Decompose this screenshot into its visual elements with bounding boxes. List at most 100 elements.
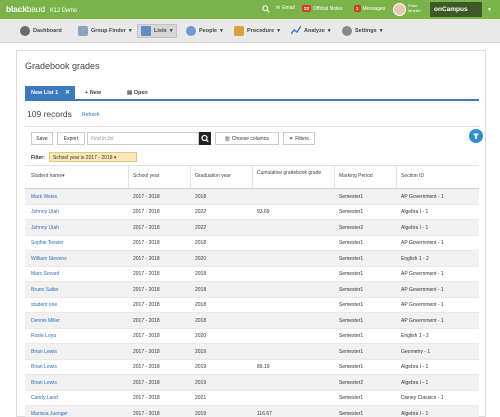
search-icon[interactable]	[262, 5, 270, 15]
nav-settings[interactable]: Settings ▾	[342, 24, 382, 38]
main-nav: Dashboard Group Finder ▾ Lists ▾ People ▾ P…	[0, 19, 500, 43]
filter-chip[interactable]: School year is 2017 - 2018 ▾	[49, 152, 137, 162]
column-divider	[334, 166, 335, 188]
funnel-icon: ⏷	[289, 135, 294, 142]
record-count: 109 records	[27, 109, 72, 119]
notes-count-badge: 23	[302, 5, 312, 12]
cell-graduation-year: 2018	[195, 302, 207, 308]
cell-marking-period: Semester2	[339, 224, 364, 231]
columns-icon: ▥	[225, 135, 230, 142]
nav-group-finder[interactable]: Group Finder ▾	[78, 24, 132, 38]
nav-people[interactable]: People ▾	[186, 24, 223, 38]
cell-section-id: AP Government - 1	[401, 193, 444, 200]
table-row[interactable]: Marissa Juenger 2017 - 2018 2019 116.67 Seme…	[25, 406, 479, 417]
filters-label: Filters	[295, 135, 309, 142]
table-row[interactable]: Sophie Tessier 2017 - 2018 2018 Semester1 AP…	[25, 236, 479, 251]
cell-student-name[interactable]: Marc Sovard	[31, 271, 59, 277]
cell-student-name[interactable]: Candy Land	[31, 395, 58, 401]
brand-light: baud	[26, 4, 45, 14]
header-student-name[interactable]: Student name▾	[31, 173, 65, 179]
cell-graduation-year: 2018	[195, 193, 207, 200]
email-label: Email	[282, 5, 295, 11]
brand-logo[interactable]: blackbaud K12 Demo	[6, 4, 77, 14]
header-section-id[interactable]: Section ID	[401, 173, 424, 179]
sort-icon: ▾	[62, 173, 65, 179]
choose-columns-button[interactable]: ▥ Choose columns	[215, 132, 279, 145]
new-list-button[interactable]: + New	[85, 90, 101, 96]
cell-student-name[interactable]: Brian Lewis	[31, 364, 57, 370]
table-row[interactable]: Mark Weiss 2017 - 2018 2018 Semester1 AP Gov…	[25, 189, 479, 205]
avatar[interactable]	[393, 3, 406, 16]
header-graduation-year[interactable]: Graduation year	[195, 173, 231, 179]
cell-school-year: 2017 - 2018	[133, 193, 160, 200]
table-row[interactable]: Johnny Utah 2017 - 2018 2022 93.69 Semester1…	[25, 205, 479, 220]
table-row[interactable]: William Stevens 2017 - 2018 2020 Semester1 E…	[25, 251, 479, 267]
cell-graduation-year: 2019	[195, 364, 207, 370]
cell-graduation-year: 2018	[195, 317, 207, 324]
table-row[interactable]: Bruno Salter 2017 - 2018 2018 Semester1 AP G…	[25, 282, 479, 298]
cell-student-name[interactable]: Sophie Tessier	[31, 240, 64, 246]
cell-section-id: Geometry - 1	[401, 348, 431, 355]
email-link[interactable]: ✉ Email	[276, 5, 295, 11]
cell-marking-period: Semester1	[339, 410, 364, 417]
cell-student-name[interactable]: Johnny Utah	[31, 225, 59, 231]
cell-section-id: English 1 - 2	[401, 255, 429, 262]
table-row[interactable]: student one 2017 - 2018 2018 Semester1 AP Go…	[25, 298, 479, 313]
table-row[interactable]: Brian Lewis 2017 - 2018 2019 Semester2 Algeb…	[25, 375, 479, 391]
refresh-link[interactable]: Refresh	[82, 112, 100, 118]
cell-student-name[interactable]: Mark Weiss	[31, 194, 57, 200]
choose-columns-label: Choose columns	[231, 135, 269, 142]
cell-student-name[interactable]: Johnny Utah	[31, 209, 59, 215]
cell-student-name[interactable]: Brian Lewis	[31, 349, 57, 355]
table-row[interactable]: Rosie Loya 2017 - 2018 2020 Semester1 Englis…	[25, 329, 479, 344]
cell-student-name[interactable]: Rosie Loya	[31, 333, 56, 339]
cell-marking-period: Semester1	[339, 271, 364, 277]
table-row[interactable]: Brian Lewis 2017 - 2018 2019 Semester1 Geome…	[25, 344, 479, 360]
gradebook-table: Student name▾ School year Graduation yea…	[25, 165, 479, 417]
search-button[interactable]	[199, 132, 211, 145]
tab-label: New List 1	[31, 90, 59, 96]
cell-student-name[interactable]: William Stevens	[31, 256, 67, 262]
official-notes-link[interactable]: 23 Official Notes	[302, 5, 343, 12]
open-list-button[interactable]: ▤ Open	[127, 90, 148, 96]
cell-student-name[interactable]: student one	[31, 302, 57, 308]
table-row[interactable]: Johnny Utah 2017 - 2018 2022 Semester2 Algeb…	[25, 220, 479, 236]
cell-marking-period: Semester1	[339, 395, 364, 401]
cell-school-year: 2017 - 2018	[133, 271, 160, 277]
table-row[interactable]: Brian Lewis 2017 - 2018 2019 89.19 Semester1…	[25, 360, 479, 375]
oncampus-menu[interactable]: onCampus	[430, 2, 482, 17]
user-name[interactable]: Peter Mueller	[408, 3, 421, 13]
cell-school-year: 2017 - 2018	[133, 395, 160, 401]
cell-graduation-year: 2019	[195, 379, 207, 386]
cell-school-year: 2017 - 2018	[133, 364, 160, 370]
cell-student-name[interactable]: Marissa Juenger	[31, 411, 68, 417]
filter-toggle-button[interactable]	[469, 129, 483, 143]
table-row[interactable]: Dennis Miller 2017 - 2018 2018 Semester1 AP …	[25, 313, 479, 329]
close-icon[interactable]: ✕	[65, 89, 70, 96]
header-school-year[interactable]: School year	[133, 173, 159, 179]
funnel-icon	[473, 133, 479, 139]
nav-dashboard[interactable]: Dashboard	[20, 24, 62, 38]
filters-button[interactable]: ⏷ Filters	[283, 132, 315, 145]
nav-analyze[interactable]: Analyze ▾	[290, 24, 331, 38]
cell-cumulative-grade: 116.67	[257, 410, 272, 417]
cell-student-name[interactable]: Brian Lewis	[31, 380, 57, 386]
nav-lists[interactable]: Lists ▾	[137, 24, 177, 38]
cell-student-name[interactable]: Bruno Salter	[31, 287, 59, 293]
save-button[interactable]: Save	[31, 132, 53, 145]
column-divider	[252, 166, 253, 188]
cell-student-name[interactable]: Dennis Miller	[31, 318, 60, 324]
header-cumulative-grade[interactable]: Cumulative gradebook grade	[257, 170, 327, 176]
nav-procedure[interactable]: Procedure ▾	[234, 24, 280, 38]
table-row[interactable]: Candy Land 2017 - 2018 2021 Semester1 Disney…	[25, 391, 479, 406]
cell-marking-period: Semester1	[339, 286, 364, 293]
chevron-down-icon[interactable]: ▾	[488, 6, 491, 13]
header-marking-period[interactable]: Marking Period	[339, 173, 373, 179]
search-input[interactable]: Find in list	[87, 132, 199, 145]
messages-link[interactable]: 1 Messages	[354, 5, 385, 12]
cell-marking-period: Semester1	[339, 333, 364, 339]
nav-label: People	[199, 28, 218, 34]
table-row[interactable]: Marc Sovard 2017 - 2018 2018 Semester1 AP Go…	[25, 267, 479, 282]
cell-marking-period: Semester1	[339, 255, 364, 262]
export-button[interactable]: Export	[57, 132, 85, 145]
